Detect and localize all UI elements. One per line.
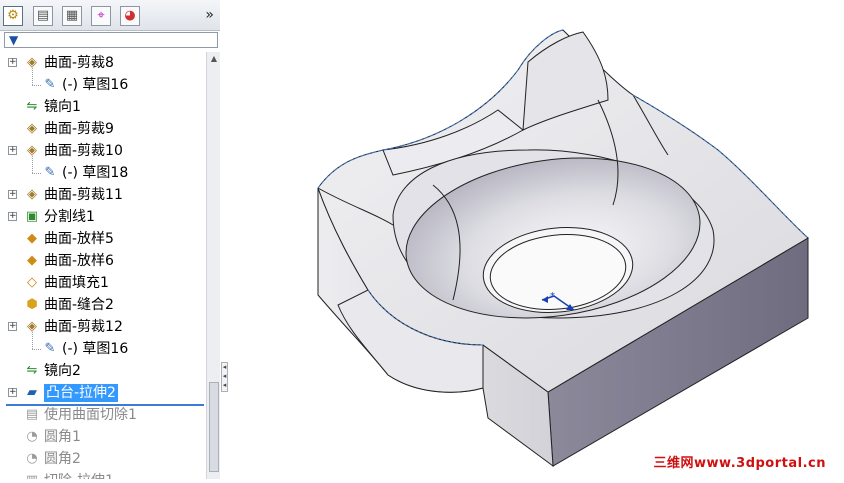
- tree-item-label: 圆角2: [44, 451, 81, 467]
- tree-item[interactable]: + ▰ 凸台-拉伸2: [0, 382, 206, 404]
- tree-item[interactable]: + ◈ 曲面-剪裁10: [0, 140, 206, 162]
- tree-item-label: 圆角1: [44, 429, 81, 445]
- tree-item[interactable]: ▥ 切除-拉伸1: [0, 470, 206, 479]
- tree-item-label: 曲面-剪裁8: [44, 55, 114, 71]
- tree-item[interactable]: ◆ 曲面-放样6: [0, 250, 206, 272]
- collapse-panel-icon[interactable]: ◂ ◂ ◂: [221, 362, 228, 392]
- tree-item[interactable]: ▤ 使用曲面切除1: [0, 404, 206, 426]
- tree-item[interactable]: ◇ 曲面填充1: [0, 272, 206, 294]
- tree-item-label: 曲面-放样5: [44, 231, 114, 247]
- tree-item[interactable]: ◆ 曲面-放样5: [0, 228, 206, 250]
- fillet-icon: ◔: [26, 451, 38, 466]
- surface-trim-icon: ◈: [27, 187, 37, 202]
- tree-filter-field[interactable]: ▼: [4, 32, 218, 48]
- tree-item[interactable]: + ◈ 曲面-剪裁11: [0, 184, 206, 206]
- surface-cut-icon: ▤: [25, 407, 39, 422]
- graphics-viewport[interactable]: * 三维网www.3dportal.cn: [228, 0, 844, 479]
- tree-item[interactable]: ⇋ 镜向1: [0, 96, 206, 118]
- expand-toggle[interactable]: +: [8, 58, 17, 67]
- tree-item-label: 曲面-剪裁9: [44, 121, 114, 137]
- expand-tabs-button[interactable]: »: [205, 7, 214, 23]
- feature-tree: + ◈ 曲面-剪裁8 ✎ (-) 草图16 ⇋ 镜向1 ◈ 曲面-剪裁9 + ◈ 曲面-剪裁10 ✎ (-…: [0, 52, 206, 479]
- tree-connector: [32, 68, 33, 85]
- tree-item[interactable]: ◈ 曲面-剪裁9: [0, 118, 206, 140]
- tree-item[interactable]: ✎ (-) 草图16: [0, 68, 206, 96]
- tree-item[interactable]: + ▣ 分割线1: [0, 206, 206, 228]
- expand-toggle[interactable]: +: [8, 190, 17, 199]
- tree-item[interactable]: ◔ 圆角2: [0, 448, 206, 470]
- dimxpert-icon: ⌖: [97, 8, 105, 23]
- mirror-icon: ⇋: [26, 99, 38, 114]
- fillet-icon: ◔: [26, 429, 38, 444]
- configuration-manager-tab[interactable]: ▦: [62, 6, 82, 26]
- panel-tab-bar: ⚙ ▤ ▦ ⌖ ◕ »: [0, 0, 220, 31]
- sketch-icon: ✎: [44, 165, 56, 180]
- tree-item-label: 切除-拉伸1: [44, 470, 114, 479]
- tree-connector: [32, 173, 41, 174]
- sketch-icon: ✎: [44, 341, 56, 356]
- cut-extrude-icon: ▥: [24, 473, 40, 479]
- tree-item-label: 凸台-拉伸2: [44, 384, 118, 402]
- tree-connector: [32, 156, 33, 173]
- tree-item-label: 曲面-放样6: [44, 253, 114, 269]
- surface-loft-icon: ◆: [27, 253, 37, 268]
- surface-knit-icon: ⬢: [26, 297, 38, 312]
- surface-trim-icon: ◈: [27, 121, 37, 136]
- tree-item-label: (-) 草图18: [62, 165, 129, 181]
- tree-item-label: 曲面-剪裁11: [44, 187, 123, 203]
- tree-item[interactable]: + ◈ 曲面-剪裁12: [0, 316, 206, 338]
- scroll-up-icon[interactable]: ▲: [207, 52, 220, 66]
- tree-item[interactable]: ✎ (-) 草图18: [0, 156, 206, 184]
- dimxpert-tab[interactable]: ⌖: [91, 6, 111, 26]
- boss-extrude-icon: ▰: [27, 385, 37, 400]
- display-manager-tab[interactable]: ◕: [120, 6, 140, 26]
- surface-loft-icon: ◆: [27, 231, 37, 246]
- tree-item[interactable]: ⬢ 曲面-缝合2: [0, 294, 206, 316]
- tree-item-label: 曲面-剪裁12: [44, 319, 123, 335]
- tree-item-label: 使用曲面切除1: [44, 407, 137, 423]
- tree-connector: [32, 85, 41, 86]
- feature-manager-panel: ⚙ ▤ ▦ ⌖ ◕ » ▼ + ◈ 曲面-剪裁8 ✎ (-) 草图16 ⇋ 镜向1 ◈ 曲面-剪…: [0, 0, 221, 479]
- tree-item-label: 镜向1: [44, 99, 81, 115]
- expand-toggle[interactable]: +: [8, 322, 17, 331]
- sketch-icon: ✎: [44, 77, 56, 92]
- split-line-icon: ▣: [25, 209, 39, 224]
- property-manager-icon: ▤: [36, 8, 50, 23]
- tree-item-label: 曲面填充1: [44, 275, 109, 291]
- filter-icon: ▼: [9, 33, 19, 47]
- tree-item[interactable]: ✎ (-) 草图16: [0, 332, 206, 360]
- tree-item[interactable]: ◔ 圆角1: [0, 426, 206, 448]
- svg-text:*: *: [550, 291, 555, 302]
- model-view: *: [317, 29, 809, 468]
- tree-connector: [32, 349, 41, 350]
- feature-manager-icon: ⚙: [7, 8, 19, 23]
- panel-splitter[interactable]: [220, 0, 228, 479]
- display-manager-icon: ◕: [124, 8, 136, 23]
- tree-item-label: 曲面-缝合2: [44, 297, 114, 313]
- expand-toggle[interactable]: +: [8, 146, 17, 155]
- scroll-thumb[interactable]: [209, 382, 219, 472]
- feature-manager-tab[interactable]: ⚙: [3, 6, 23, 26]
- tree-item-label: 镜向2: [44, 363, 81, 379]
- rollback-bar[interactable]: [6, 404, 204, 406]
- mirror-icon: ⇋: [26, 363, 38, 378]
- surface-fill-icon: ◇: [27, 275, 37, 290]
- tree-item-label: (-) 草图16: [62, 77, 129, 93]
- expand-toggle[interactable]: +: [8, 388, 17, 397]
- tree-scrollbar[interactable]: ▲: [206, 52, 220, 479]
- tree-item[interactable]: + ◈ 曲面-剪裁8: [0, 52, 206, 74]
- tree-item-label: 分割线1: [44, 209, 95, 225]
- configuration-manager-icon: ▦: [65, 8, 79, 23]
- tree-item[interactable]: ⇋ 镜向2: [0, 360, 206, 382]
- watermark: 三维网www.3dportal.cn: [653, 456, 826, 471]
- tree-item-label: 曲面-剪裁10: [44, 143, 123, 159]
- property-manager-tab[interactable]: ▤: [33, 6, 53, 26]
- expand-toggle[interactable]: +: [8, 212, 17, 221]
- tree-connector: [32, 332, 33, 349]
- tree-item-label: (-) 草图16: [62, 341, 129, 357]
